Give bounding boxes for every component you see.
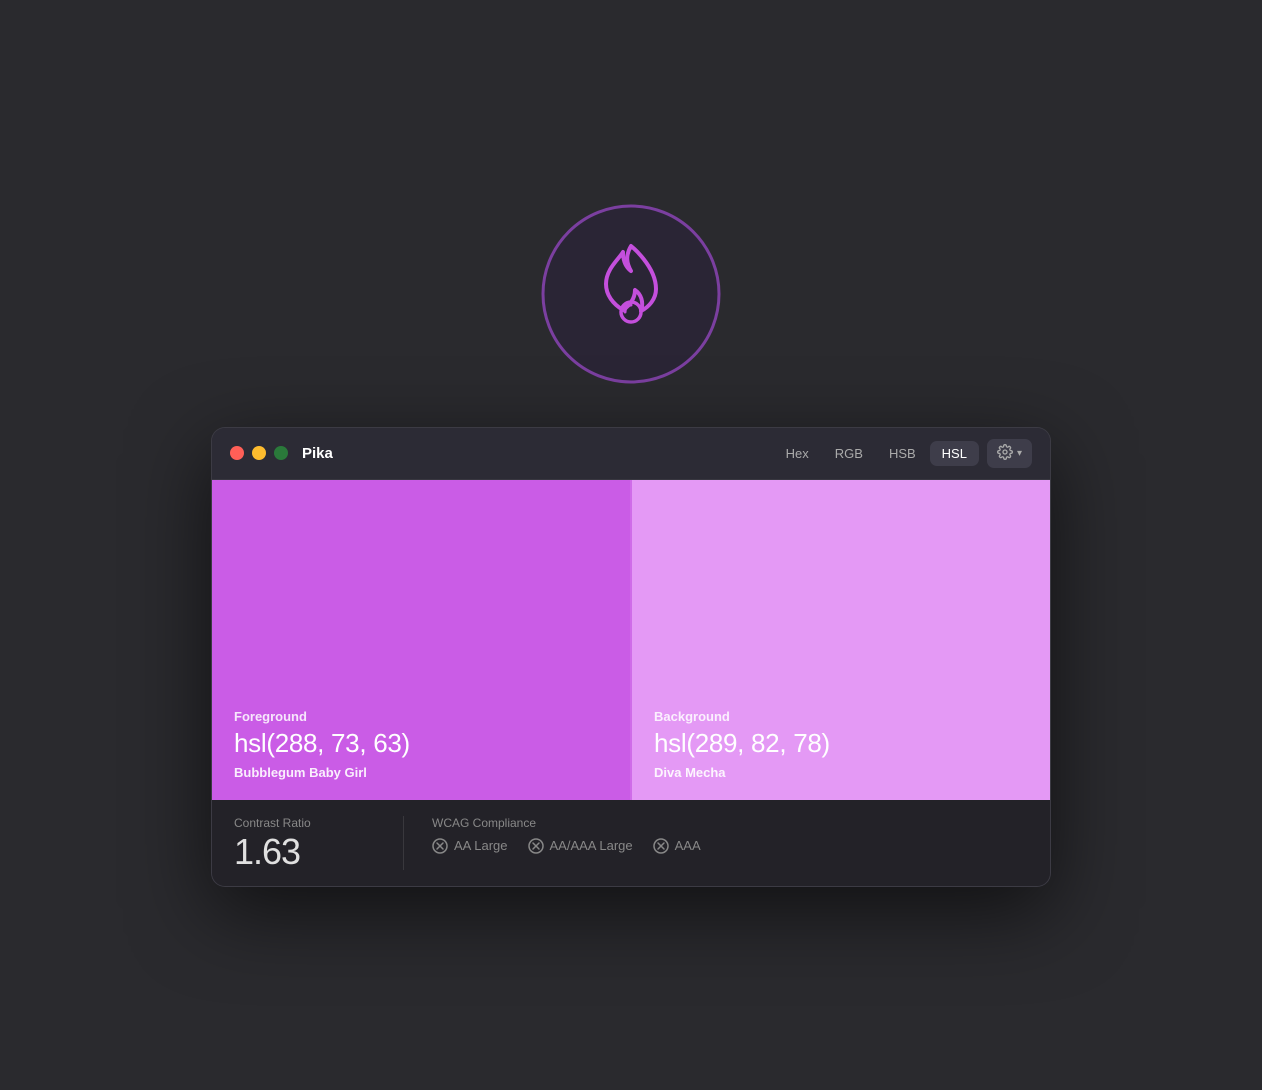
wcag-aa-aaa-large: AA/AAA Large	[528, 838, 633, 854]
wcag-aa-large-label: AA Large	[454, 838, 508, 853]
app-window: Pika Hex RGB HSB HSL ▾ Foreground hsl(28…	[211, 427, 1051, 887]
maximize-button[interactable]	[274, 446, 288, 460]
traffic-lights	[230, 446, 288, 460]
chevron-down-icon: ▾	[1017, 448, 1022, 459]
tab-hsl[interactable]: HSL	[930, 441, 979, 466]
wcag-fail-icon-aa-aaa-large	[528, 838, 544, 854]
close-button[interactable]	[230, 446, 244, 460]
background-color-name: Diva Mecha	[654, 765, 1028, 780]
background-panel[interactable]: Background hsl(289, 82, 78) Diva Mecha	[632, 480, 1050, 800]
settings-button[interactable]: ▾	[987, 439, 1032, 468]
foreground-label: Foreground	[234, 709, 608, 724]
contrast-ratio-label: Contrast Ratio	[234, 816, 375, 830]
tab-rgb[interactable]: RGB	[823, 441, 875, 466]
wcag-items: AA Large AA/AAA Large	[432, 838, 701, 854]
tab-hsb[interactable]: HSB	[877, 441, 928, 466]
foreground-color-name: Bubblegum Baby Girl	[234, 765, 608, 780]
wcag-aaa: AAA	[653, 838, 701, 854]
foreground-value: hsl(288, 73, 63)	[234, 728, 608, 759]
contrast-ratio-value: 1.63	[234, 834, 375, 870]
foreground-panel[interactable]: Foreground hsl(288, 73, 63) Bubblegum Ba…	[212, 480, 632, 800]
titlebar: Pika Hex RGB HSB HSL ▾	[212, 428, 1050, 480]
wcag-aaa-label: AAA	[675, 838, 701, 853]
wcag-label: WCAG Compliance	[432, 816, 701, 830]
wcag-fail-icon-aaa	[653, 838, 669, 854]
wcag-aa-large: AA Large	[432, 838, 508, 854]
background-label: Background	[654, 709, 1028, 724]
format-tabs: Hex RGB HSB HSL	[774, 441, 979, 466]
wcag-section: WCAG Compliance AA Large	[432, 816, 701, 854]
tab-hex[interactable]: Hex	[774, 441, 821, 466]
bottom-bar: Contrast Ratio 1.63 WCAG Compliance AA L…	[212, 800, 1050, 886]
app-icon-wrapper	[541, 204, 721, 389]
pika-app-icon	[541, 204, 721, 384]
background-value: hsl(289, 82, 78)	[654, 728, 1028, 759]
window-title: Pika	[302, 445, 774, 462]
gear-icon	[997, 444, 1013, 463]
minimize-button[interactable]	[252, 446, 266, 460]
wcag-aa-aaa-large-label: AA/AAA Large	[550, 838, 633, 853]
wcag-fail-icon-aa-large	[432, 838, 448, 854]
contrast-ratio-section: Contrast Ratio 1.63	[234, 816, 404, 870]
color-panels: Foreground hsl(288, 73, 63) Bubblegum Ba…	[212, 480, 1050, 800]
